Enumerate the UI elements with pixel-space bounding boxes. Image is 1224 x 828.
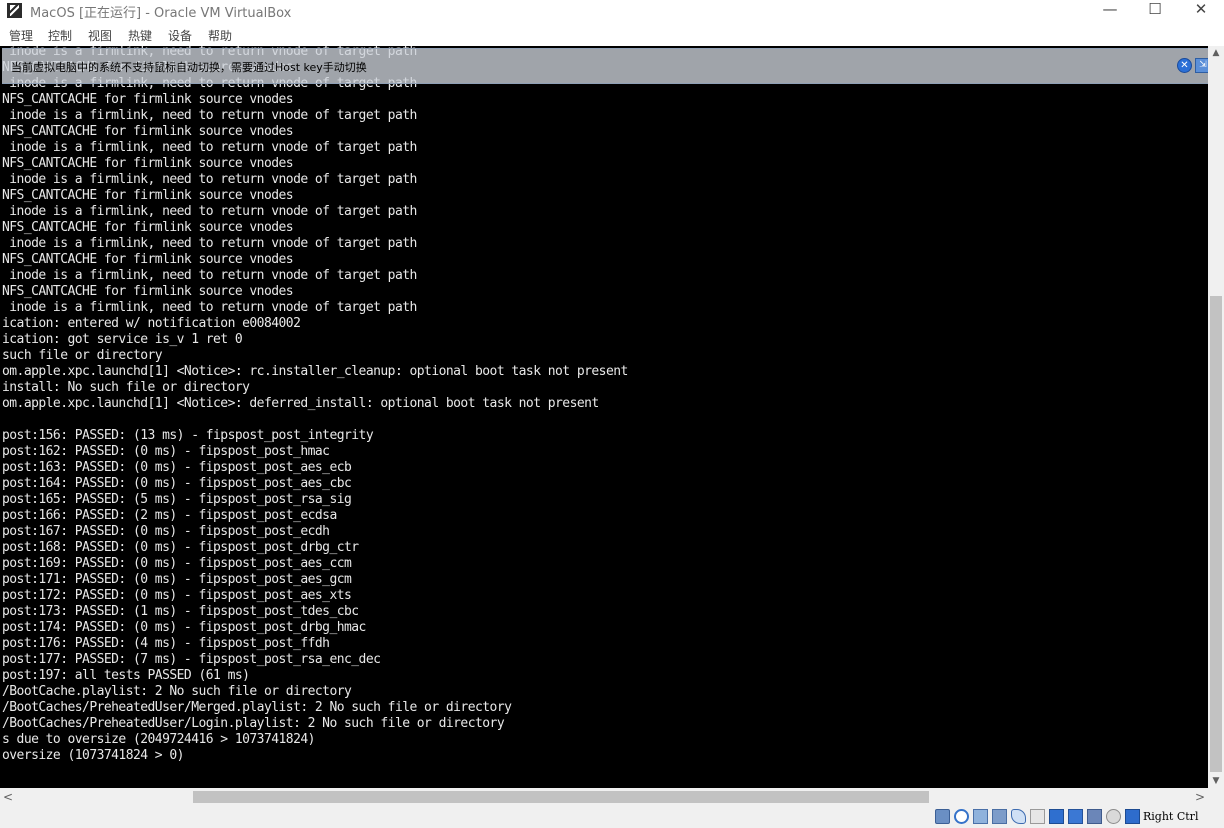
keyboard-capture-icon[interactable] bbox=[1125, 809, 1140, 824]
menu-help[interactable]: 帮助 bbox=[208, 27, 232, 44]
console-line: NFS_CANTCACHE for firmlink source vnodes bbox=[2, 252, 294, 267]
console-line: inode is a firmlink, need to return vnod… bbox=[2, 300, 417, 315]
console-line: NFS_CANTCACHE for firmlink source vnodes bbox=[2, 188, 294, 203]
console-line: post:168: PASSED: (0 ms) - fipspost_post… bbox=[2, 540, 359, 555]
console-line: post:177: PASSED: (7 ms) - fipspost_post… bbox=[2, 652, 381, 667]
mouse-integration-notice: 当前虚拟电脑中的系统不支持鼠标自动切换，需要通过Host key手动切换 ✕ ⇲ bbox=[2, 48, 1218, 84]
menu-bar: 管理 控制 视图 热键 设备 帮助 bbox=[0, 24, 1224, 46]
console-line: install: No such file or directory bbox=[2, 380, 250, 395]
virtualbox-logo-icon bbox=[7, 3, 22, 18]
console-line: ication: entered w/ notification e008400… bbox=[2, 316, 301, 331]
console-line: such file or directory bbox=[2, 348, 163, 363]
console-line: post:171: PASSED: (0 ms) - fipspost_post… bbox=[2, 572, 352, 587]
console-line: NFS_CANTCACHE for firmlink source vnodes bbox=[2, 156, 294, 171]
video-capture-icon[interactable] bbox=[1068, 809, 1083, 824]
console-line: NFS_CANTCACHE for firmlink source vnodes bbox=[2, 284, 294, 299]
console-line: inode is a firmlink, need to return vnod… bbox=[2, 268, 417, 283]
console-line: om.apple.xpc.launchd[1] <Notice>: rc.ins… bbox=[2, 364, 628, 379]
console-line: post:197: all tests PASSED (61 ms) bbox=[2, 668, 250, 683]
scroll-right-icon[interactable]: > bbox=[1192, 788, 1208, 806]
menu-hotkey[interactable]: 热键 bbox=[128, 27, 152, 44]
console-line: oversize (1073741824 > 0) bbox=[2, 748, 184, 763]
horizontal-scrollbar[interactable]: < > bbox=[0, 788, 1224, 806]
scroll-up-icon[interactable]: ▲ bbox=[1208, 46, 1224, 60]
network-icon[interactable] bbox=[992, 809, 1007, 824]
menu-devices[interactable]: 设备 bbox=[168, 27, 192, 44]
console-line: inode is a firmlink, need to return vnod… bbox=[2, 204, 417, 219]
console-line: post:166: PASSED: (2 ms) - fipspost_post… bbox=[2, 508, 337, 523]
console-line: post:169: PASSED: (0 ms) - fipspost_post… bbox=[2, 556, 352, 571]
console-line: /BootCache.playlist: 2 No such file or d… bbox=[2, 684, 352, 699]
console-line: inode is a firmlink, need to return vnod… bbox=[2, 140, 417, 155]
window-title: MacOS [正在运行] - Oracle VM VirtualBox bbox=[30, 6, 292, 21]
console-line: inode is a firmlink, need to return vnod… bbox=[2, 108, 417, 123]
console-line: post:163: PASSED: (0 ms) - fipspost_post… bbox=[2, 460, 352, 475]
console-line: NFS_CANTCACHE for firmlink source vnodes bbox=[2, 124, 294, 139]
close-button[interactable]: ✕ bbox=[1178, 0, 1224, 22]
vertical-scrollbar[interactable]: ▲ ▼ bbox=[1208, 46, 1224, 788]
vertical-scroll-thumb[interactable] bbox=[1210, 296, 1222, 772]
status-bar: Right Ctrl bbox=[0, 806, 1224, 828]
console-line: post:173: PASSED: (1 ms) - fipspost_post… bbox=[2, 604, 359, 619]
console-output: inode is a firmlink, need to return vnod… bbox=[2, 46, 628, 764]
console-line: post:156: PASSED: (13 ms) - fipspost_pos… bbox=[2, 428, 374, 443]
vm-console-screen[interactable]: inode is a firmlink, need to return vnod… bbox=[0, 46, 1208, 788]
console-line: post:176: PASSED: (4 ms) - fipspost_post… bbox=[2, 636, 330, 651]
console-line: post:174: PASSED: (0 ms) - fipspost_post… bbox=[2, 620, 366, 635]
shared-folder-icon[interactable] bbox=[1030, 809, 1045, 824]
maximize-button[interactable]: ☐ bbox=[1132, 0, 1178, 22]
scroll-left-icon[interactable]: < bbox=[0, 788, 16, 806]
minimize-button[interactable]: — bbox=[1087, 0, 1133, 22]
console-line: s due to oversize (2049724416 > 10737418… bbox=[2, 732, 315, 747]
notice-close-icon[interactable]: ✕ bbox=[1177, 58, 1192, 73]
console-line: NFS_CANTCACHE for firmlink source vnodes bbox=[2, 220, 294, 235]
audio-icon[interactable] bbox=[973, 809, 988, 824]
console-line: post:162: PASSED: (0 ms) - fipspost_post… bbox=[2, 444, 330, 459]
console-line: inode is a firmlink, need to return vnod… bbox=[2, 172, 417, 187]
console-line: post:164: PASSED: (0 ms) - fipspost_post… bbox=[2, 476, 352, 491]
menu-control[interactable]: 控制 bbox=[48, 27, 72, 44]
hard-disk-icon[interactable] bbox=[935, 809, 950, 824]
host-key-label: Right Ctrl bbox=[1143, 810, 1199, 823]
horizontal-scroll-thumb[interactable] bbox=[193, 791, 929, 803]
console-line: om.apple.xpc.launchd[1] <Notice>: deferr… bbox=[2, 396, 599, 411]
console-line: /BootCaches/PreheatedUser/Merged.playlis… bbox=[2, 700, 512, 715]
console-line: /BootCaches/PreheatedUser/Login.playlist… bbox=[2, 716, 505, 731]
menu-manage[interactable]: 管理 bbox=[9, 27, 33, 44]
console-line: ication: got service is_v 1 ret 0 bbox=[2, 332, 243, 347]
console-line: post:172: PASSED: (0 ms) - fipspost_post… bbox=[2, 588, 352, 603]
optical-drive-icon[interactable] bbox=[954, 809, 969, 824]
vt-x-icon[interactable] bbox=[1087, 809, 1102, 824]
console-line: post:165: PASSED: (5 ms) - fipspost_post… bbox=[2, 492, 352, 507]
scroll-down-icon[interactable]: ▼ bbox=[1208, 774, 1224, 788]
console-line: post:167: PASSED: (0 ms) - fipspost_post… bbox=[2, 524, 330, 539]
display-icon[interactable] bbox=[1049, 809, 1064, 824]
mouse-integration-icon[interactable] bbox=[1106, 809, 1121, 824]
usb-icon[interactable] bbox=[1011, 809, 1026, 824]
console-line: NFS_CANTCACHE for firmlink source vnodes bbox=[2, 92, 294, 107]
title-bar: MacOS [正在运行] - Oracle VM VirtualBox — ☐ … bbox=[0, 0, 1224, 24]
console-line: inode is a firmlink, need to return vnod… bbox=[2, 236, 417, 251]
notice-text: 当前虚拟电脑中的系统不支持鼠标自动切换，需要通过Host key手动切换 bbox=[11, 61, 367, 74]
menu-view[interactable]: 视图 bbox=[88, 27, 112, 44]
